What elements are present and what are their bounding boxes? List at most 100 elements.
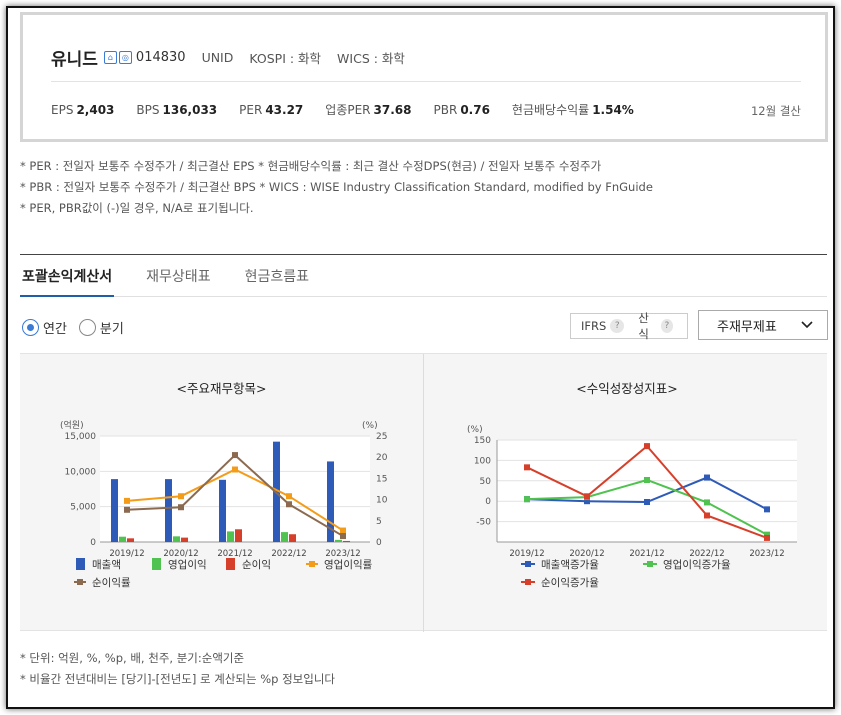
bar-영업이익: [335, 539, 342, 542]
x-tick-label: 2020/12: [163, 549, 198, 559]
point-영업이익률: [124, 497, 130, 504]
point-순이익증가율: [584, 493, 590, 500]
metric-label: PER: [239, 103, 263, 117]
x-tick-label: 2021/12: [629, 549, 664, 559]
y-tick-label: -50: [476, 518, 491, 528]
bar-순이익: [181, 537, 188, 542]
unit-notes: * 단위: 억원, %, %p, 배, 천주, 분기:순액기준 * 비율간 전년…: [20, 648, 335, 690]
metric-label: BPS: [136, 103, 160, 117]
note-line: * 비율간 전년대비는 [당기]-[전년도] 로 계산되는 %p 정보입니다: [20, 672, 335, 686]
note-line: * PBR : 전일자 보통주 수정주가 / 최근결산 BPS * WICS :…: [20, 180, 653, 194]
company-summary-box: 유니드 ⌂ ◎ 014830 UNID KOSPI : 화학 WICS : 화학…: [20, 12, 828, 142]
y2-tick-label: 10: [376, 496, 388, 506]
legend-label: 순이익: [242, 559, 271, 571]
x-tick-label: 2019/12: [109, 549, 144, 559]
growth-panel: <수익성장성지표> -50 0 50 100 150 (%) 2019/12 2020/12 2…: [425, 354, 829, 632]
home-icon[interactable]: ⌂: [103, 51, 117, 64]
point-순이익률: [232, 452, 238, 459]
metric-value: 37.68: [373, 103, 412, 117]
help-icon[interactable]: ?: [610, 319, 625, 333]
bar-영업이익: [119, 536, 126, 542]
ir-icon[interactable]: ◎: [118, 51, 132, 64]
radio-unselected-icon: [78, 319, 96, 336]
select-value: 주재무제표: [717, 319, 777, 335]
point-영업이익증가율: [704, 499, 710, 506]
metric-eps: EPS 2,403: [51, 103, 114, 117]
period-selector: 연간 분기: [22, 318, 136, 337]
legend-swatch-marker: [525, 561, 531, 567]
note-line: * PER : 전일자 보통주 수정주가 / 최근결산 EPS * 현금배당수익…: [20, 159, 602, 173]
bar-순이익: [127, 538, 134, 542]
radio-label: 연간: [43, 322, 67, 337]
point-영업이익률: [340, 527, 346, 534]
point-순이익률: [340, 533, 346, 540]
ifrs-label: IFRS: [581, 319, 607, 333]
statement-type-select[interactable]: 주재무제표: [698, 310, 828, 340]
radio-annual[interactable]: 연간: [22, 318, 67, 337]
legend-label: 순이익증가율: [541, 577, 599, 589]
legend-label: 매출액: [92, 559, 121, 571]
metric-value: 1.54%: [592, 103, 634, 117]
note-line: * PER, PBR값이 (-)일 경우, N/A로 표기됩니다.: [20, 201, 254, 215]
point-순이익증가율: [524, 464, 530, 471]
option-box: IFRS? 산식?: [570, 310, 688, 342]
x-tick-label: 2022/12: [689, 549, 724, 559]
y-tick-label: 15,000: [65, 432, 97, 442]
section-divider: [20, 254, 827, 255]
legend-label: 영업이익: [168, 558, 207, 571]
point-매출액증가율: [704, 474, 710, 481]
tab-income-statement[interactable]: 포괄손익계산서: [20, 263, 115, 297]
settlement-month: 12월 결산: [750, 104, 801, 118]
company-name: 유니드: [51, 50, 98, 70]
x-tick-label: 2020/12: [569, 549, 604, 559]
metric-dividend-yield: 현금배당수익률 1.54%: [512, 101, 634, 118]
x-tick-label: 2019/12: [509, 549, 544, 559]
y2-tick-label: 20: [376, 453, 388, 463]
statement-tabs: 포괄손익계산서 재무상태표 현금흐름표: [20, 263, 827, 297]
legend-label: 순이익률: [92, 577, 131, 589]
point-영업이익률: [178, 493, 184, 500]
metric-label: 현금배당수익률: [511, 103, 590, 117]
radio-quarter[interactable]: 분기: [78, 318, 124, 337]
definition-notes: * PER : 전일자 보통주 수정주가 / 최근결산 EPS * 현금배당수익…: [20, 156, 653, 219]
point-매출액증가율: [644, 499, 650, 506]
legend-swatch: [152, 558, 161, 570]
y-tick-label: 50: [480, 477, 492, 487]
legend-swatch-marker: [309, 561, 315, 567]
legend-label: 매출액증가율: [541, 559, 599, 571]
y-tick-label: 150: [474, 436, 491, 446]
metric-per: PER 43.27: [239, 103, 303, 117]
legend-swatch: [226, 558, 235, 570]
x-tick-label: 2023/12: [325, 549, 360, 559]
metric-label: EPS: [51, 103, 74, 117]
metrics-row: EPS 2,403 BPS 136,033 PER 43.27 업종PER 37.68 …: [51, 101, 656, 118]
y2-tick-label: 25: [376, 432, 387, 442]
x-tick-label: 2021/12: [217, 549, 252, 559]
bar-영업이익: [281, 532, 288, 542]
y-tick-label: 10,000: [65, 467, 97, 477]
point-영업이익률: [286, 493, 292, 500]
tab-cash-flow[interactable]: 현금흐름표: [243, 263, 311, 297]
point-영업이익률: [232, 466, 238, 473]
y-tick-label: 0: [485, 497, 491, 507]
note-line: * 단위: 억원, %, %p, 배, 천주, 분기:순액기준: [20, 651, 245, 665]
help-icon[interactable]: ?: [660, 319, 673, 333]
bar-영업이익: [173, 536, 180, 542]
radio-selected-icon: [22, 319, 39, 336]
point-영업이익증가율: [644, 476, 650, 483]
metric-label: 업종PER: [325, 103, 371, 117]
point-영업이익증가율: [524, 496, 530, 503]
bar-영업이익: [227, 531, 234, 542]
metric-value: 136,033: [162, 103, 218, 117]
metric-value: 43.27: [265, 103, 304, 117]
point-순이익증가율: [644, 443, 650, 450]
formula-option[interactable]: 산식?: [638, 310, 673, 342]
point-순이익률: [124, 506, 130, 513]
tab-balance-sheet[interactable]: 재무상태표: [144, 263, 212, 297]
chevron-down-icon: [801, 321, 813, 329]
ticker: UNID: [201, 50, 234, 65]
metric-bps: BPS 136,033: [136, 103, 217, 117]
point-순이익증가율: [704, 512, 710, 519]
y-axis-label: (억원): [60, 419, 84, 431]
ifrs-option[interactable]: IFRS?: [581, 319, 625, 333]
